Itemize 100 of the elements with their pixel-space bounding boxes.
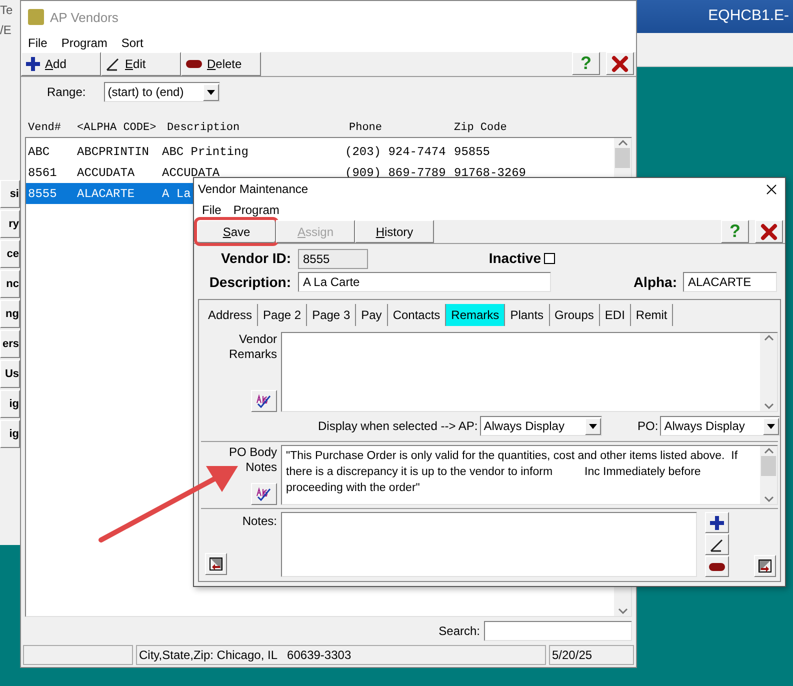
toolbar-button[interactable]: Add bbox=[21, 52, 101, 76]
notes-tool-button[interactable] bbox=[705, 556, 729, 578]
list-row[interactable]: ABC ABCPRINTIN ABC Printing (203) 924-7474 95855 bbox=[26, 141, 614, 162]
dropdown-button[interactable] bbox=[763, 418, 779, 435]
help-button[interactable]: ? bbox=[572, 52, 600, 76]
menu-item[interactable]: Sort bbox=[121, 34, 144, 52]
po-body-notes-field[interactable]: "This Purchase Order is only valid for the quantities, cost and other items listed above. If there is a discrepancy it is up to the vendor to inform Inc Immediately before proceeding with the order" bbox=[281, 445, 778, 506]
window-title: EQHCB1.E- bbox=[708, 6, 790, 26]
side-button[interactable]: ers bbox=[0, 330, 20, 358]
close-button[interactable] bbox=[755, 220, 783, 244]
field-label: Description: bbox=[208, 272, 291, 292]
side-button[interactable]: nc bbox=[0, 270, 20, 298]
notes-tool-button[interactable] bbox=[705, 512, 729, 534]
table-cell-text: ABC bbox=[28, 144, 50, 161]
column-header[interactable]: Vend# bbox=[28, 120, 62, 136]
side-button[interactable]: ce bbox=[0, 240, 20, 268]
spellcheck-button[interactable] bbox=[251, 390, 277, 412]
tab[interactable]: Page 2 bbox=[258, 304, 308, 326]
search-field[interactable] bbox=[484, 621, 632, 642]
menu-item[interactable]: File bbox=[28, 34, 48, 52]
notes-field[interactable] bbox=[281, 512, 697, 578]
caret-icon bbox=[206, 90, 215, 95]
column-header[interactable]: <ALPHA CODE> bbox=[77, 120, 156, 136]
description-field[interactable]: A La Carte bbox=[298, 272, 551, 292]
scroll-up-icon[interactable] bbox=[764, 335, 774, 342]
table-cell-text: ACCUDATA bbox=[77, 164, 135, 182]
plus-icon bbox=[709, 514, 725, 531]
menu-item[interactable]: Program bbox=[233, 201, 280, 220]
tab[interactable]: Plants bbox=[505, 304, 550, 326]
scroll-up-icon[interactable] bbox=[764, 448, 774, 454]
alpha-field[interactable]: ALACARTE bbox=[683, 272, 777, 292]
scroll-down-icon[interactable] bbox=[764, 496, 774, 502]
scroll-up-icon[interactable] bbox=[618, 140, 628, 146]
po-body-notes-text: "This Purchase Order is only valid for the quantities, cost and other items listed above. If there is a discrepancy it is up to the vendor to inform Inc Immediately before proceeding with the order" bbox=[285, 449, 739, 496]
tab[interactable]: Groups bbox=[550, 304, 600, 326]
combo-value: Always Display bbox=[484, 418, 564, 436]
scroll-thumb[interactable] bbox=[761, 456, 776, 476]
table-cell-text: ALACARTE bbox=[77, 186, 135, 203]
side-button[interactable]: ig bbox=[0, 390, 20, 418]
help-button[interactable]: ? bbox=[721, 220, 749, 244]
dropdown-button[interactable] bbox=[202, 84, 219, 101]
status-date: 5/20/25 bbox=[549, 645, 634, 665]
close-icon[interactable] bbox=[766, 184, 777, 195]
column-header[interactable]: Description bbox=[167, 120, 240, 136]
tab[interactable]: EDI bbox=[600, 304, 631, 326]
next-button[interactable] bbox=[754, 555, 776, 578]
spellcheck-button[interactable] bbox=[251, 483, 277, 506]
window-title: AP Vendors bbox=[50, 8, 118, 27]
combo-value: Always Display bbox=[664, 418, 745, 436]
side-button[interactable]: Us bbox=[0, 360, 20, 388]
side-button[interactable]: ry bbox=[0, 210, 20, 238]
previous-button[interactable] bbox=[205, 553, 227, 576]
spellcheck-icon bbox=[255, 487, 273, 502]
side-button[interactable]: si bbox=[0, 180, 20, 208]
toolbar-button[interactable]: History bbox=[355, 220, 434, 244]
column-header[interactable]: Zip Code bbox=[454, 120, 507, 136]
vendor-remarks-field[interactable] bbox=[281, 332, 778, 412]
toolbar-button[interactable]: Delete bbox=[181, 52, 261, 76]
tab[interactable]: Pay bbox=[356, 304, 388, 326]
ap-display-dropdown[interactable]: Always Display bbox=[480, 416, 602, 436]
table-cell-text: (203) 924-7474 bbox=[345, 144, 446, 161]
app-logo-icon bbox=[28, 9, 44, 26]
combo-value: (start) to (end) bbox=[108, 84, 184, 102]
field-label: PO Body Notes bbox=[228, 445, 277, 476]
table-cell-text: ACCUDATA bbox=[162, 164, 220, 182]
toolbar-button[interactable]: Save bbox=[197, 220, 276, 244]
tab[interactable]: Remarks bbox=[446, 304, 506, 326]
tab[interactable]: Page 3 bbox=[307, 304, 356, 326]
scroll-down-icon[interactable] bbox=[618, 608, 628, 614]
search-label: Search: bbox=[438, 623, 480, 640]
field-label: Vendor ID: bbox=[220, 249, 291, 268]
table-cell-text: ABC Printing bbox=[162, 144, 248, 161]
scroll-thumb[interactable] bbox=[615, 148, 630, 168]
tab[interactable]: Address bbox=[203, 304, 258, 326]
scrollbar[interactable] bbox=[760, 446, 777, 504]
dropdown-button[interactable] bbox=[584, 418, 601, 435]
close-button[interactable] bbox=[606, 52, 634, 76]
caret-icon bbox=[588, 424, 597, 429]
inactive-label: Inactive bbox=[488, 249, 541, 268]
plus-icon bbox=[25, 56, 41, 72]
toolbar-button[interactable]: Edit bbox=[101, 52, 181, 76]
pen-icon bbox=[105, 56, 121, 72]
column-header[interactable]: Phone bbox=[349, 120, 382, 136]
menu-item[interactable]: File bbox=[202, 201, 222, 220]
side-button[interactable]: ng bbox=[0, 300, 20, 328]
status-text: City,State,Zip: Chicago, IL 60639-3303 bbox=[136, 645, 546, 665]
side-button[interactable]: ig bbox=[0, 420, 20, 448]
field-label: Alpha: bbox=[633, 272, 677, 292]
table-cell-text: ABCPRINTIN bbox=[77, 144, 150, 161]
menu-item[interactable]: Program bbox=[61, 34, 108, 52]
table-cell-text: 8555 bbox=[28, 186, 57, 203]
scroll-down-icon[interactable] bbox=[764, 403, 774, 410]
scrollbar[interactable] bbox=[760, 333, 777, 412]
notes-tool-button[interactable] bbox=[705, 534, 729, 556]
vendor-id-field: 8555 bbox=[298, 248, 368, 269]
range-dropdown[interactable]: (start) to (end) bbox=[104, 82, 220, 102]
table-cell-text: 8561 bbox=[28, 164, 57, 182]
window-text: Te bbox=[0, 2, 14, 19]
tab[interactable]: Remit bbox=[630, 304, 674, 326]
po-display-dropdown[interactable]: Always Display bbox=[660, 416, 780, 436]
